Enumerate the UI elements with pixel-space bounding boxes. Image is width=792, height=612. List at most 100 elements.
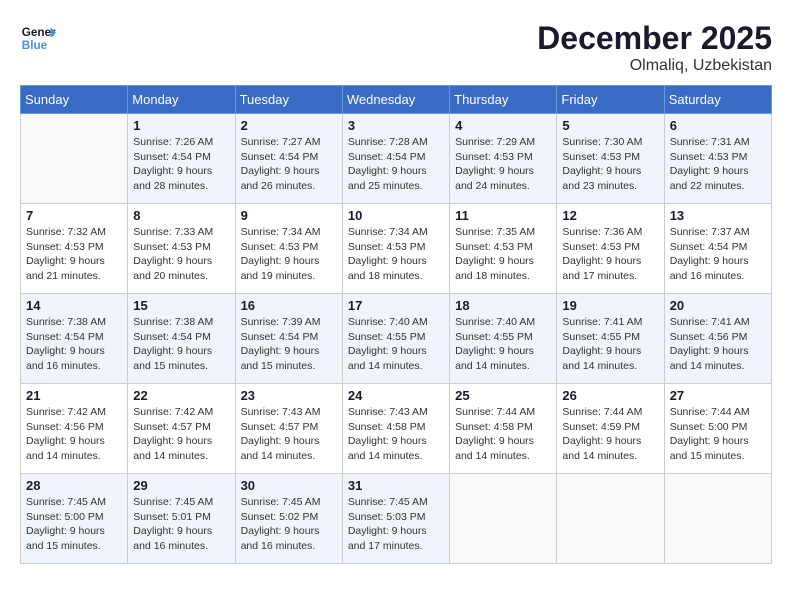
sunrise-text: Sunrise: 7:37 AM [670, 225, 766, 240]
day-info: Sunrise: 7:43 AMSunset: 4:57 PMDaylight:… [241, 405, 337, 464]
sunset-text: Sunset: 4:53 PM [348, 240, 444, 255]
day-info: Sunrise: 7:38 AMSunset: 4:54 PMDaylight:… [26, 315, 122, 374]
sunset-text: Sunset: 4:55 PM [455, 330, 551, 345]
daylight-text: Daylight: 9 hours and 14 minutes. [348, 434, 444, 463]
daylight-text: Daylight: 9 hours and 14 minutes. [26, 434, 122, 463]
weekday-header-row: SundayMondayTuesdayWednesdayThursdayFrid… [21, 86, 772, 114]
daylight-text: Daylight: 9 hours and 19 minutes. [241, 254, 337, 283]
day-info: Sunrise: 7:45 AMSunset: 5:02 PMDaylight:… [241, 495, 337, 554]
day-number: 14 [26, 298, 122, 313]
day-info: Sunrise: 7:45 AMSunset: 5:00 PMDaylight:… [26, 495, 122, 554]
day-number: 18 [455, 298, 551, 313]
sunset-text: Sunset: 4:53 PM [455, 240, 551, 255]
day-info: Sunrise: 7:34 AMSunset: 4:53 PMDaylight:… [348, 225, 444, 284]
calendar-cell: 9Sunrise: 7:34 AMSunset: 4:53 PMDaylight… [235, 204, 342, 294]
daylight-text: Daylight: 9 hours and 14 minutes. [241, 434, 337, 463]
day-number: 6 [670, 118, 766, 133]
sunset-text: Sunset: 4:53 PM [133, 240, 229, 255]
daylight-text: Daylight: 9 hours and 15 minutes. [241, 344, 337, 373]
svg-text:Blue: Blue [22, 39, 48, 52]
day-info: Sunrise: 7:32 AMSunset: 4:53 PMDaylight:… [26, 225, 122, 284]
sunset-text: Sunset: 5:00 PM [670, 420, 766, 435]
sunset-text: Sunset: 4:56 PM [26, 420, 122, 435]
calendar-week-5: 28 Sunrise: 7:45 AMSunset: 5:00 PMDayligh… [21, 474, 772, 564]
sunrise-text: Sunrise: 7:45 AM [241, 495, 337, 510]
sunrise-text: Sunrise: 7:32 AM [26, 225, 122, 240]
sunset-text: Sunset: 4:54 PM [670, 240, 766, 255]
day-info: Sunrise: 7:26 AMSunset: 4:54 PMDaylight:… [133, 135, 229, 194]
calendar-cell: 4Sunrise: 7:29 AMSunset: 4:53 PMDaylight… [450, 114, 557, 204]
day-number: 13 [670, 208, 766, 223]
sunrise-text: Sunrise: 7:40 AM [348, 315, 444, 330]
daylight-text: Daylight: 9 hours and 14 minutes. [348, 344, 444, 373]
sunset-text: Sunset: 4:53 PM [241, 240, 337, 255]
daylight-text: Daylight: 9 hours and 16 minutes. [133, 524, 229, 553]
sunrise-text: Sunrise: 7:38 AM [133, 315, 229, 330]
day-info: Sunrise: 7:42 AMSunset: 4:57 PMDaylight:… [133, 405, 229, 464]
sunset-text: Sunset: 4:55 PM [348, 330, 444, 345]
sunset-text: Sunset: 4:59 PM [562, 420, 658, 435]
month-title: December 2025 [537, 20, 772, 57]
weekday-header-friday: Friday [557, 86, 664, 114]
daylight-text: Daylight: 9 hours and 15 minutes. [26, 524, 122, 553]
logo-icon: General Blue [20, 20, 56, 56]
sunset-text: Sunset: 4:54 PM [133, 150, 229, 165]
daylight-text: Daylight: 9 hours and 22 minutes. [670, 164, 766, 193]
calendar-cell: 11Sunrise: 7:35 AMSunset: 4:53 PMDayligh… [450, 204, 557, 294]
calendar-cell [450, 474, 557, 564]
daylight-text: Daylight: 9 hours and 26 minutes. [241, 164, 337, 193]
calendar-cell: 24Sunrise: 7:43 AMSunset: 4:58 PMDayligh… [342, 384, 449, 474]
sunrise-text: Sunrise: 7:40 AM [455, 315, 551, 330]
calendar-cell: 13Sunrise: 7:37 AMSunset: 4:54 PMDayligh… [664, 204, 771, 294]
calendar-cell: 22Sunrise: 7:42 AMSunset: 4:57 PMDayligh… [128, 384, 235, 474]
weekday-header-wednesday: Wednesday [342, 86, 449, 114]
day-info: Sunrise: 7:27 AMSunset: 4:54 PMDaylight:… [241, 135, 337, 194]
day-number: 28 [26, 478, 122, 493]
calendar-cell: 10Sunrise: 7:34 AMSunset: 4:53 PMDayligh… [342, 204, 449, 294]
sunrise-text: Sunrise: 7:41 AM [562, 315, 658, 330]
day-number: 20 [670, 298, 766, 313]
sunset-text: Sunset: 4:54 PM [241, 330, 337, 345]
sunrise-text: Sunrise: 7:43 AM [241, 405, 337, 420]
calendar-cell: 16Sunrise: 7:39 AMSunset: 4:54 PMDayligh… [235, 294, 342, 384]
day-number: 5 [562, 118, 658, 133]
location: Olmaliq, Uzbekistan [537, 57, 772, 75]
day-number: 9 [241, 208, 337, 223]
sunset-text: Sunset: 4:55 PM [562, 330, 658, 345]
sunset-text: Sunset: 4:53 PM [562, 150, 658, 165]
calendar-cell: 2Sunrise: 7:27 AMSunset: 4:54 PMDaylight… [235, 114, 342, 204]
calendar-week-2: 7Sunrise: 7:32 AMSunset: 4:53 PMDaylight… [21, 204, 772, 294]
calendar-cell: 1 Sunrise: 7:26 AMSunset: 4:54 PMDaylight… [128, 114, 235, 204]
daylight-text: Daylight: 9 hours and 16 minutes. [241, 524, 337, 553]
day-info: Sunrise: 7:43 AMSunset: 4:58 PMDaylight:… [348, 405, 444, 464]
day-info: Sunrise: 7:29 AMSunset: 4:53 PMDaylight:… [455, 135, 551, 194]
sunset-text: Sunset: 4:54 PM [348, 150, 444, 165]
day-number: 30 [241, 478, 337, 493]
calendar-cell: 21Sunrise: 7:42 AMSunset: 4:56 PMDayligh… [21, 384, 128, 474]
day-number: 27 [670, 388, 766, 403]
daylight-text: Daylight: 9 hours and 15 minutes. [670, 434, 766, 463]
day-number: 29 [133, 478, 229, 493]
sunrise-text: Sunrise: 7:45 AM [348, 495, 444, 510]
daylight-text: Daylight: 9 hours and 16 minutes. [26, 344, 122, 373]
day-info: Sunrise: 7:40 AMSunset: 4:55 PMDaylight:… [348, 315, 444, 374]
sunrise-text: Sunrise: 7:45 AM [26, 495, 122, 510]
day-info: Sunrise: 7:36 AMSunset: 4:53 PMDaylight:… [562, 225, 658, 284]
calendar-cell: 17Sunrise: 7:40 AMSunset: 4:55 PMDayligh… [342, 294, 449, 384]
sunrise-text: Sunrise: 7:34 AM [348, 225, 444, 240]
calendar-cell: 27Sunrise: 7:44 AMSunset: 5:00 PMDayligh… [664, 384, 771, 474]
sunset-text: Sunset: 4:53 PM [26, 240, 122, 255]
weekday-header-sunday: Sunday [21, 86, 128, 114]
sunset-text: Sunset: 4:54 PM [241, 150, 337, 165]
calendar-cell: 5Sunrise: 7:30 AMSunset: 4:53 PMDaylight… [557, 114, 664, 204]
day-number: 1 [133, 118, 229, 133]
sunrise-text: Sunrise: 7:38 AM [26, 315, 122, 330]
sunrise-text: Sunrise: 7:44 AM [562, 405, 658, 420]
logo: General Blue General Blue [20, 20, 56, 56]
calendar-week-1: 1 Sunrise: 7:26 AMSunset: 4:54 PMDaylight… [21, 114, 772, 204]
daylight-text: Daylight: 9 hours and 28 minutes. [133, 164, 229, 193]
day-number: 21 [26, 388, 122, 403]
sunset-text: Sunset: 5:02 PM [241, 510, 337, 525]
calendar-cell: 8Sunrise: 7:33 AMSunset: 4:53 PMDaylight… [128, 204, 235, 294]
day-info: Sunrise: 7:41 AMSunset: 4:56 PMDaylight:… [670, 315, 766, 374]
